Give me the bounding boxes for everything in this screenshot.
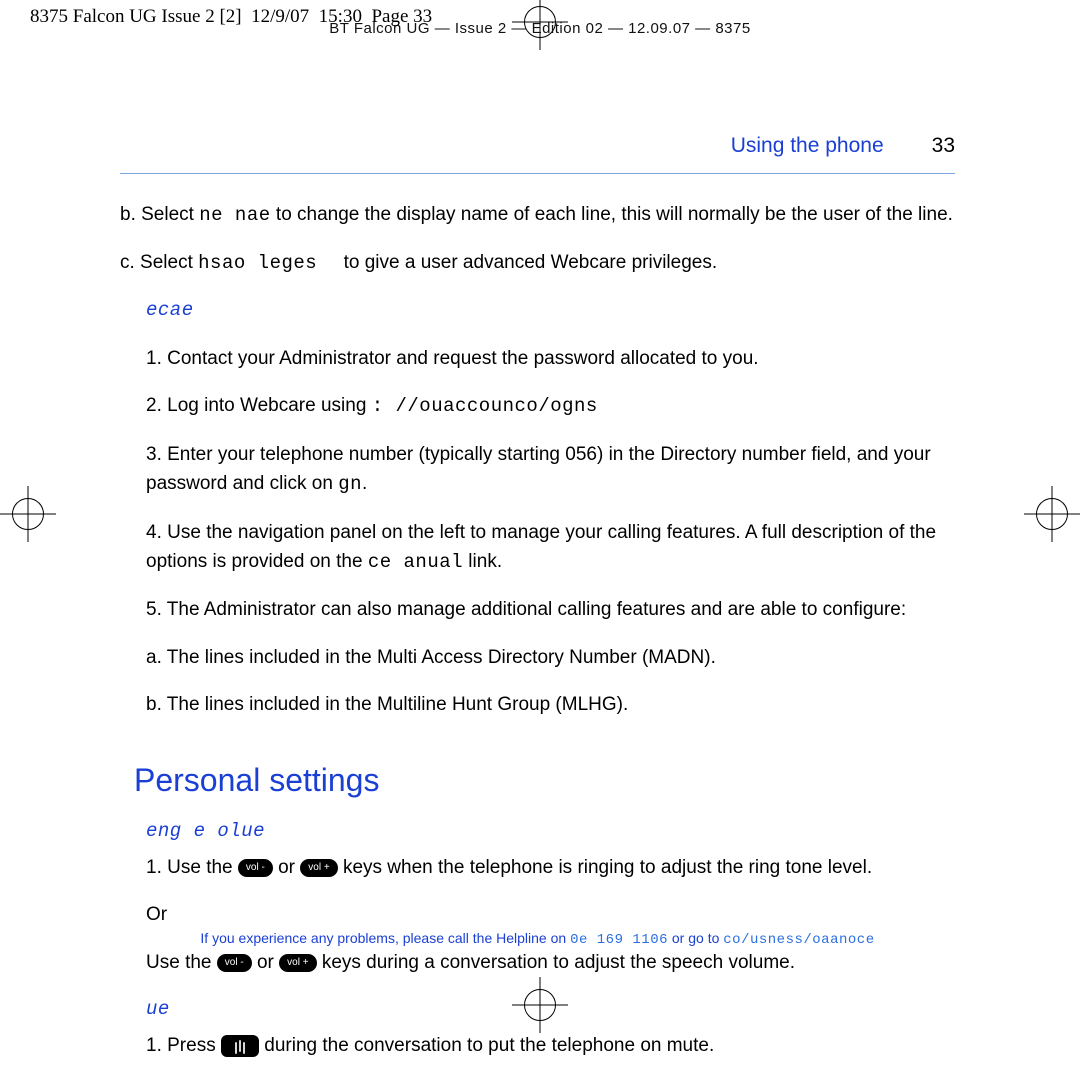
print-footer-id: BT Falcon UG — Issue 2 — Edition 02 — 12… [0,20,1080,37]
step-4: 4. Use the navigation panel on the left … [120,518,955,578]
volume-step-speech: Use the vol - or vol + keys during a con… [120,948,955,977]
step-1: 1. Contact your Administrator and reques… [120,344,955,373]
subhead-mute: ue [120,995,955,1024]
item-b: b. Select ne nae to change the display n… [120,200,955,230]
volume-step-ring: 1. Use the vol - or vol + keys when the … [120,853,955,882]
header-rule [120,173,955,174]
step-2: 2. Log into Webcare using : //ouaccounco… [120,391,955,421]
mute-key-icon [221,1035,259,1057]
running-head: Using the phone 33 [120,130,955,163]
step-3: 3. Enter your telephone number (typicall… [120,440,955,500]
vol-minus-key-2: vol - [217,954,252,972]
item-c: c. Select hsao leges to give a user adva… [120,248,955,278]
help-footer: If you experience any problems, please c… [120,930,955,948]
crop-mark-left [0,486,56,542]
heading-personal-settings: Personal settings [134,756,955,806]
step-5: 5. The Administrator can also manage add… [120,595,955,624]
step-5b: b. The lines included in the Multiline H… [120,690,955,719]
page-number: 33 [932,130,955,163]
subhead-webcare: ecae [120,296,955,325]
vol-minus-key: vol - [238,859,273,877]
mute-step: 1. Press during the conversation to put … [120,1031,955,1060]
section-title: Using the phone [731,130,884,163]
crop-mark-right [1024,486,1080,542]
step-5a: a. The lines included in the Multi Acces… [120,643,955,672]
volume-or: Or [120,900,955,929]
subhead-volume: eng e olue [120,817,955,846]
vol-plus-key-2: vol + [279,954,316,972]
vol-plus-key: vol + [300,859,337,877]
